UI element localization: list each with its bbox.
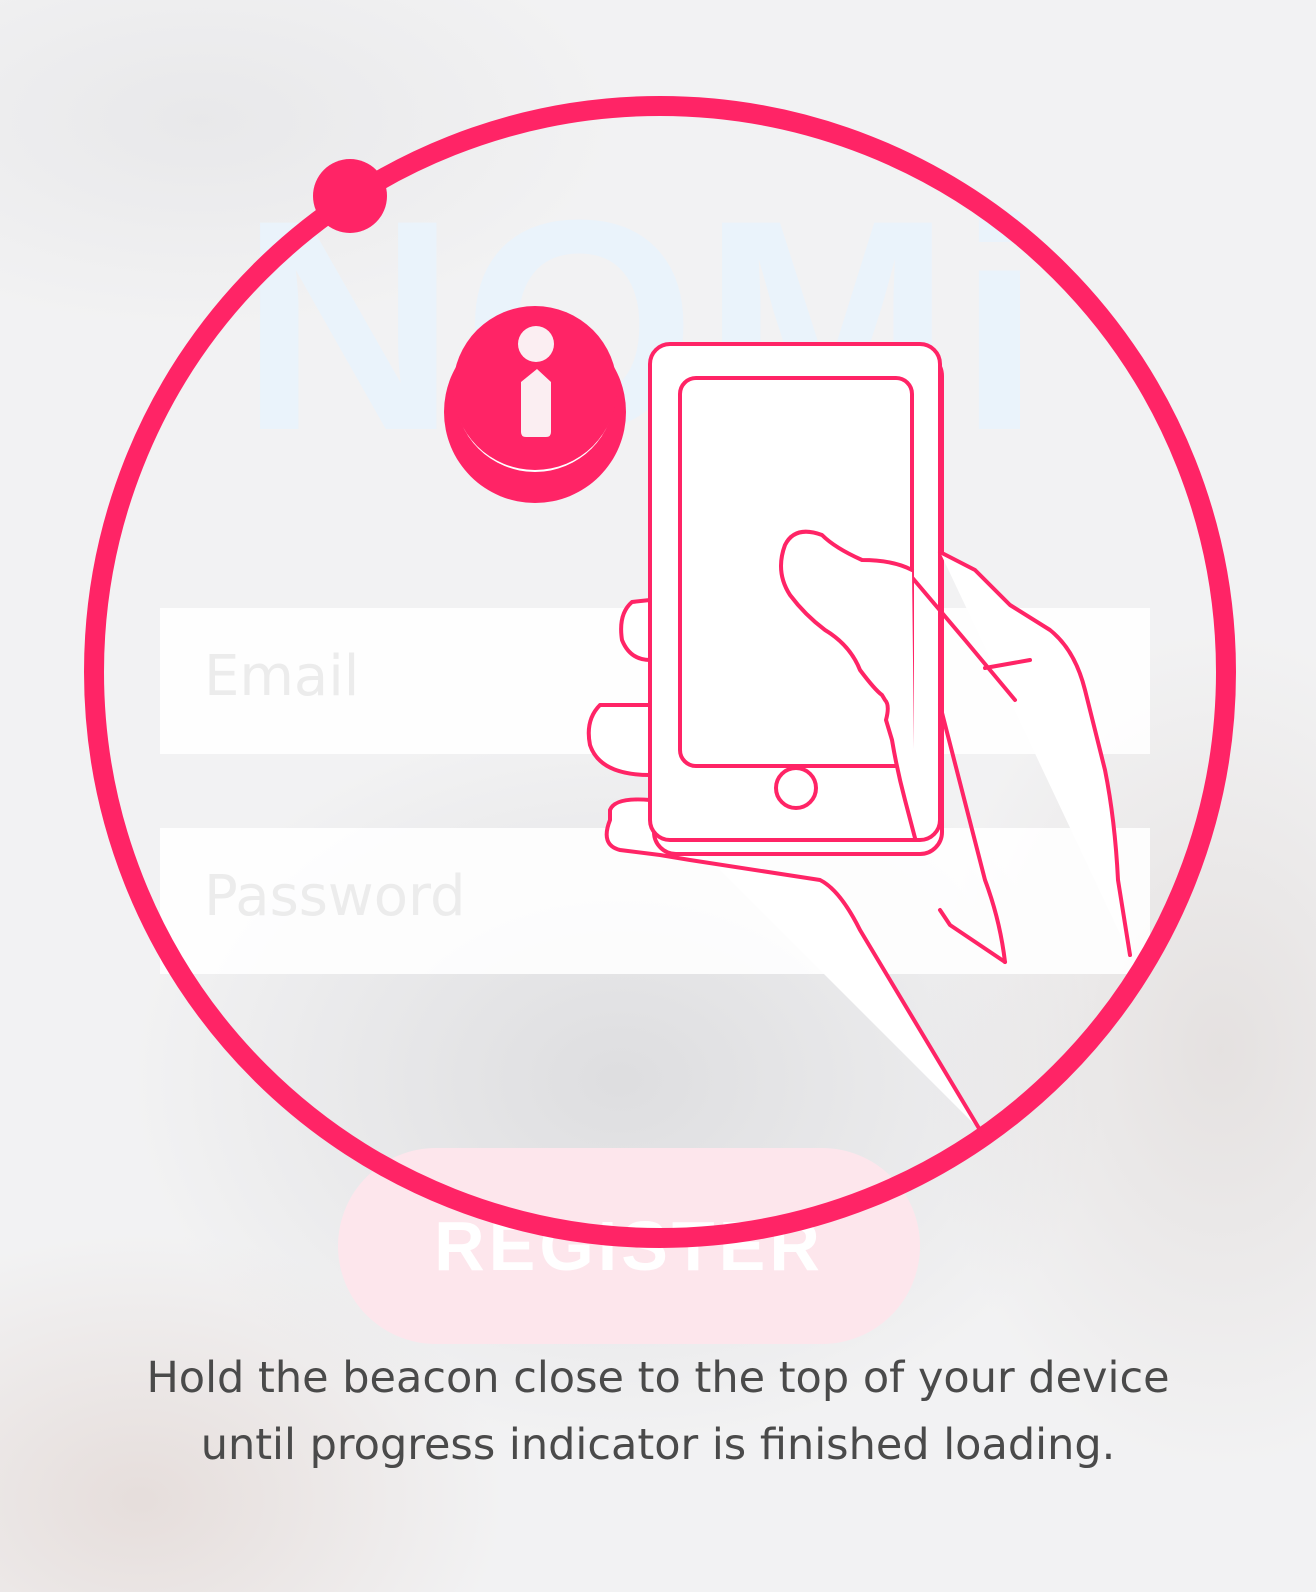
instructions-line-2: until progress indicator is finished loa… [200, 1420, 1116, 1470]
instructions-line-1: Hold the beacon close to the top of your… [146, 1353, 1170, 1403]
instructions-text: Hold the beacon close to the top of your… [60, 1345, 1256, 1479]
hand-holding-phone-icon [586, 342, 1132, 1132]
progress-indicator-dot [313, 159, 387, 233]
info-icon [444, 306, 626, 503]
